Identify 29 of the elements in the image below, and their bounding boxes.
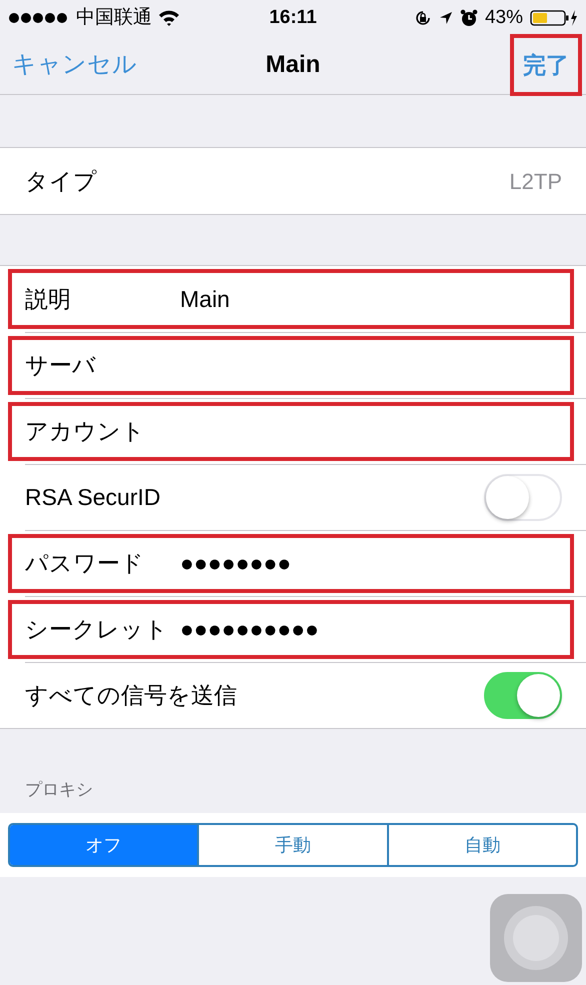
done-button[interactable]: 完了 <box>510 34 582 96</box>
alarm-clock-icon <box>460 9 478 27</box>
segment-tab[interactable]: 自動 <box>386 825 576 865</box>
location-arrow-icon <box>438 11 453 25</box>
row-label: RSA SecurID <box>25 483 160 512</box>
signal-icon <box>8 12 70 24</box>
clock-time: 16:11 <box>269 6 317 30</box>
row-label: すべての信号を送信 <box>25 681 237 710</box>
assistive-touch-button[interactable] <box>490 894 582 982</box>
rotation-lock-icon <box>414 9 432 27</box>
battery-percent: 43% <box>484 6 523 30</box>
carrier-name: 中国联通 <box>76 6 152 30</box>
wifi-icon <box>158 10 180 26</box>
battery-charging-icon <box>530 9 578 27</box>
type-value: L2TP <box>509 168 562 196</box>
row-label: サーバ <box>25 351 97 380</box>
nav-title: Main <box>266 50 320 80</box>
cancel-button[interactable]: キャンセル <box>12 47 137 83</box>
field-value[interactable]: ●●●●●●●● <box>180 546 292 581</box>
row-label: 説明 <box>25 284 72 314</box>
field-value[interactable]: Main <box>180 282 230 316</box>
row-label: パスワード <box>25 549 145 578</box>
row-label: アカウント <box>25 417 146 446</box>
section-header: プロキシ <box>25 780 93 799</box>
row-label: タイプ <box>25 166 97 196</box>
toggle-switch[interactable] <box>484 672 562 719</box>
segment-tab[interactable]: オフ <box>10 825 198 865</box>
row-label: シークレット <box>25 615 169 644</box>
field-value[interactable]: ●●●●●●●●●● <box>180 612 319 647</box>
